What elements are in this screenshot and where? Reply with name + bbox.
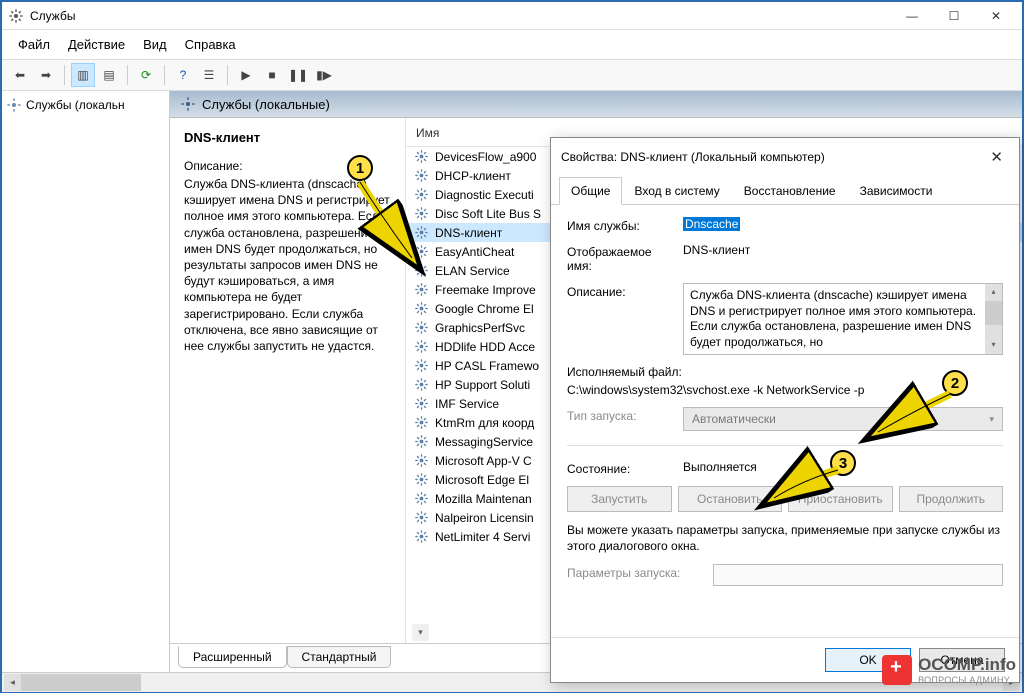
dialog-close-button[interactable]: ✕ <box>984 146 1009 168</box>
maximize-button[interactable]: ☐ <box>934 4 974 28</box>
service-row-label: HDDlife HDD Acce <box>435 340 535 354</box>
label-exe: Исполняемый файл: <box>567 365 1003 379</box>
menu-action[interactable]: Действие <box>60 34 133 55</box>
scroll-thumb[interactable] <box>985 301 1002 325</box>
service-row-label: Freemake Improve <box>435 283 536 297</box>
dialog-tabs: Общие Вход в систему Восстановление Зави… <box>551 176 1019 205</box>
gear-icon <box>6 97 22 113</box>
menu-bar: Файл Действие Вид Справка <box>2 30 1022 59</box>
arrow-1 <box>354 180 434 270</box>
tree-node-label: Службы (локальн <box>26 98 125 112</box>
properties-button[interactable]: ☰ <box>197 63 221 87</box>
scroll-down-button[interactable]: ▾ <box>412 624 429 641</box>
service-row-label: Microsoft Edge El <box>435 473 529 487</box>
service-row-label: HP Support Soluti <box>435 378 530 392</box>
label-params: Параметры запуска: <box>567 564 707 580</box>
pause-service-button[interactable]: ❚❚ <box>286 63 310 87</box>
watermark-brand: OCOMP.info <box>918 655 1016 675</box>
help-button[interactable]: ? <box>171 63 195 87</box>
gear-icon <box>180 96 196 112</box>
watermark-icon <box>882 655 912 685</box>
service-row-label: Google Chrome El <box>435 302 534 316</box>
selected-service-name: DNS-клиент <box>184 130 391 145</box>
service-row-label: Microsoft App-V C <box>435 454 532 468</box>
watermark: OCOMP.info ВОПРОСЫ АДМИНУ <box>882 655 1016 685</box>
service-row-label: DNS-клиент <box>435 226 502 240</box>
params-input[interactable] <box>713 564 1003 586</box>
console-tree[interactable]: Службы (локальн <box>2 91 170 672</box>
arrow-2 <box>872 392 962 442</box>
tree-node-services-local[interactable]: Службы (локальн <box>6 97 165 113</box>
description-textbox[interactable]: Служба DNS-клиента (dnscache) кэширует и… <box>683 283 1003 355</box>
service-row-label: ELAN Service <box>435 264 510 278</box>
params-hint: Вы можете указать параметры запуска, при… <box>567 522 1003 554</box>
service-row-label: Nalpeiron Licensin <box>435 511 534 525</box>
service-row-label: Diagnostic Executi <box>435 188 534 202</box>
value-display-name: DNS-клиент <box>683 243 1003 257</box>
dialog-title: Свойства: DNS-клиент (Локальный компьюте… <box>561 150 825 164</box>
window-title: Службы <box>30 9 75 23</box>
scroll-thumb[interactable] <box>21 674 141 691</box>
menu-help[interactable]: Справка <box>177 34 244 55</box>
menu-view[interactable]: Вид <box>135 34 175 55</box>
center-header-text: Службы (локальные) <box>202 97 330 112</box>
tab-dependencies[interactable]: Зависимости <box>848 177 945 205</box>
dialog-title-bar: Свойства: DNS-клиент (Локальный компьюте… <box>551 138 1019 176</box>
stop-button[interactable]: Остановить <box>678 486 783 512</box>
label-service-name: Имя службы: <box>567 217 677 233</box>
start-button[interactable]: Запустить <box>567 486 672 512</box>
forward-button[interactable]: ➡ <box>34 63 58 87</box>
scroll-down-icon[interactable]: ▾ <box>985 337 1002 354</box>
export-list-button[interactable]: ▤ <box>97 63 121 87</box>
services-icon <box>8 8 24 24</box>
service-row-label: IMF Service <box>435 397 499 411</box>
arrow-3 <box>768 468 848 508</box>
chevron-down-icon: ▾ <box>989 414 994 425</box>
tab-general[interactable]: Общие <box>559 177 622 205</box>
back-button[interactable]: ⬅ <box>8 63 32 87</box>
service-row-label: DevicesFlow_a900 <box>435 150 536 164</box>
restart-service-button[interactable]: ▮▶ <box>312 63 336 87</box>
label-state: Состояние: <box>567 460 677 476</box>
service-row-label: KtmRm для коорд <box>435 416 534 430</box>
stop-service-button[interactable]: ■ <box>260 63 284 87</box>
watermark-sub: ВОПРОСЫ АДМИНУ <box>918 675 1016 685</box>
center-header: Службы (локальные) <box>170 91 1022 118</box>
description-label: Описание: <box>184 159 391 173</box>
minimize-button[interactable]: — <box>892 4 932 28</box>
start-service-button[interactable]: ▶ <box>234 63 258 87</box>
tab-recovery[interactable]: Восстановление <box>732 177 848 205</box>
value-service-name[interactable]: Dnscache <box>683 217 740 231</box>
refresh-button[interactable]: ⟳ <box>134 63 158 87</box>
service-row-label: Disc Soft Lite Bus S <box>435 207 541 221</box>
label-startup-type: Тип запуска: <box>567 407 677 423</box>
tab-standard[interactable]: Стандартный <box>287 646 392 668</box>
value-description: Служба DNS-клиента (dnscache) кэширует и… <box>690 288 976 349</box>
close-button[interactable]: ✕ <box>976 4 1016 28</box>
service-row-label: Mozilla Maintenan <box>435 492 532 506</box>
service-row-label: GraphicsPerfSvc <box>435 321 525 335</box>
service-row-label: MessagingService <box>435 435 533 449</box>
label-description: Описание: <box>567 283 677 299</box>
label-display-name: Отображаемое имя: <box>567 243 677 273</box>
show-hide-tree-button[interactable]: ▥ <box>71 63 95 87</box>
resume-button[interactable]: Продолжить <box>899 486 1004 512</box>
service-row-label: NetLimiter 4 Servi <box>435 530 530 544</box>
service-row-label: DHCP-клиент <box>435 169 511 183</box>
service-row-label: HP CASL Framewo <box>435 359 539 373</box>
tab-extended[interactable]: Расширенный <box>178 646 287 668</box>
service-row-label: EasyAntiCheat <box>435 245 514 259</box>
scroll-left-button[interactable]: ◂ <box>4 674 21 691</box>
description-scrollbar[interactable]: ▴ ▾ <box>985 284 1002 354</box>
tab-logon[interactable]: Вход в систему <box>622 177 731 205</box>
value-startup-type: Автоматически <box>692 412 776 426</box>
toolbar: ⬅ ➡ ▥ ▤ ⟳ ? ☰ ▶ ■ ❚❚ ▮▶ <box>2 59 1022 91</box>
title-bar: Службы — ☐ ✕ <box>2 2 1022 30</box>
scroll-up-icon[interactable]: ▴ <box>985 284 1002 301</box>
menu-file[interactable]: Файл <box>10 34 58 55</box>
